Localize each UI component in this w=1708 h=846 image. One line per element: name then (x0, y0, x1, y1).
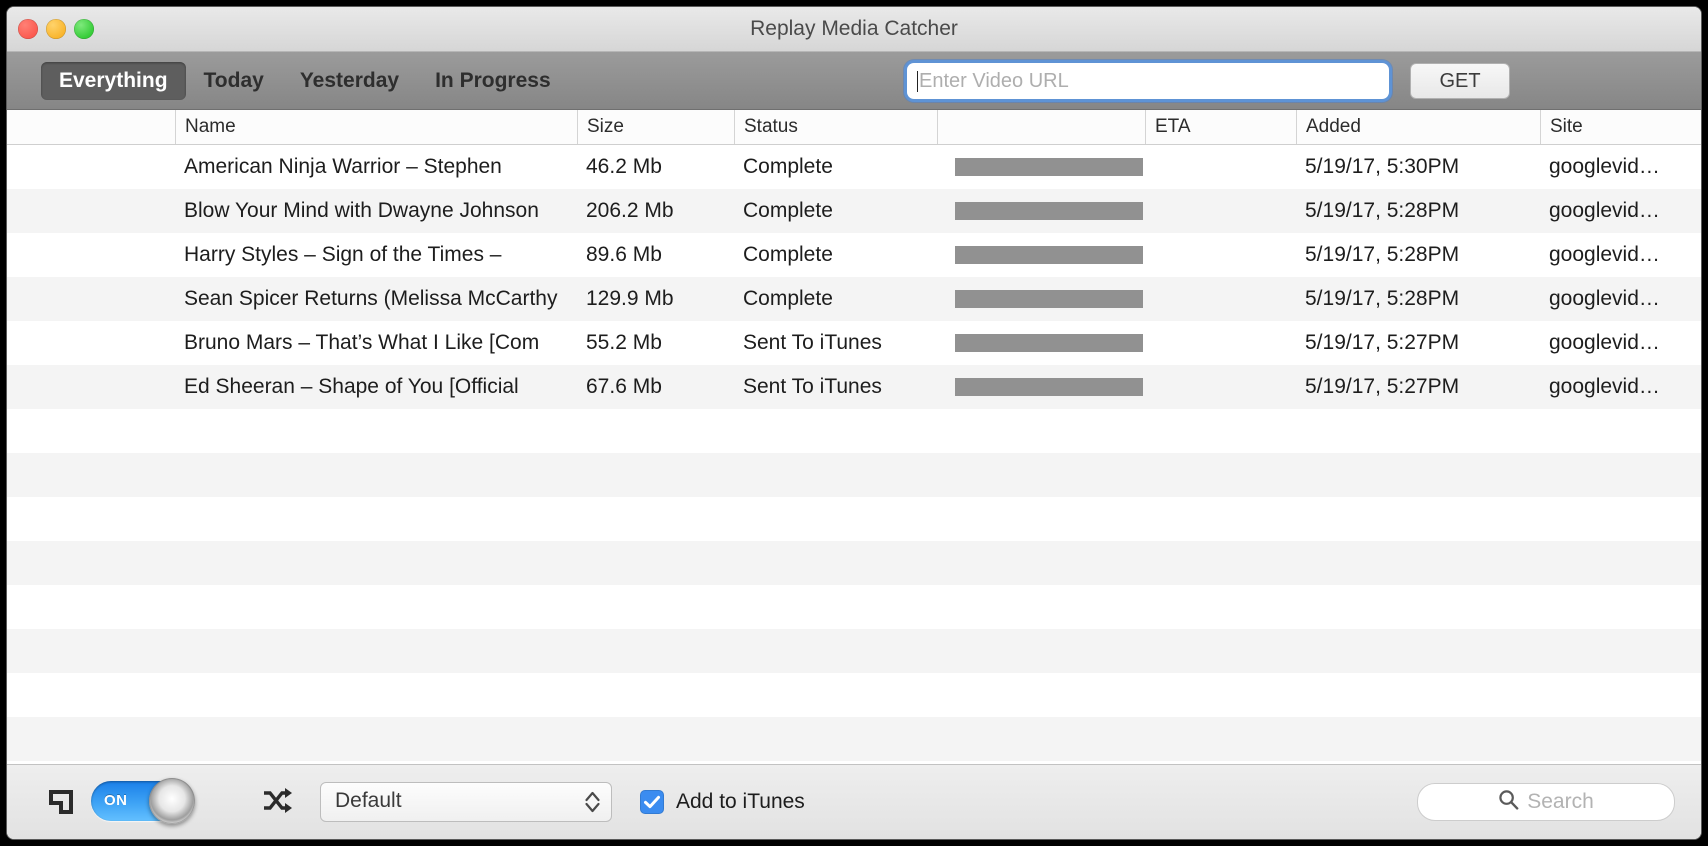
row-status: Complete (743, 287, 833, 310)
search-icon (1498, 789, 1519, 815)
progress-bar (955, 378, 1143, 396)
filter-tabs: Everything Today Yesterday In Progress (41, 52, 569, 109)
progress-bar (955, 202, 1143, 220)
row-size: 89.6 Mb (586, 243, 662, 266)
check-icon (644, 795, 660, 809)
column-header-eta[interactable]: ETA (1145, 110, 1296, 144)
capture-toggle-label: ON (104, 792, 128, 809)
row-eta (1154, 145, 1294, 189)
row-site: googlevid… (1549, 199, 1660, 222)
shuffle-icon[interactable] (262, 787, 292, 820)
search-field[interactable]: Search (1417, 783, 1675, 821)
table-row[interactable]: American Ninja Warrior – Stephen 46.2 Mb C… (7, 145, 1701, 189)
tab-today[interactable]: Today (186, 62, 282, 100)
row-added: 5/19/17, 5:28PM (1305, 199, 1460, 222)
row-status: Complete (743, 243, 833, 266)
row-site: googlevid… (1549, 375, 1660, 398)
row-size: 206.2 Mb (586, 199, 674, 222)
row-name: Ed Sheeran – Shape of You [Official (184, 375, 519, 398)
row-status: Sent To iTunes (743, 331, 882, 354)
get-button[interactable]: GET (1410, 63, 1510, 99)
row-name: American Ninja Warrior – Stephen (184, 155, 502, 178)
tab-in-progress[interactable]: In Progress (417, 62, 569, 100)
table-row-empty[interactable] (7, 409, 1701, 453)
window-title: Replay Media Catcher (750, 17, 958, 40)
table-row-empty[interactable] (7, 541, 1701, 585)
tab-yesterday[interactable]: Yesterday (282, 62, 417, 100)
row-size: 46.2 Mb (586, 155, 662, 178)
progress-bar (955, 158, 1143, 176)
table-row[interactable]: Ed Sheeran – Shape of You [Official 67.6 … (7, 365, 1701, 409)
row-eta (1154, 233, 1294, 277)
progress-bar (955, 290, 1143, 308)
progress-bar (955, 246, 1143, 264)
table-row-empty[interactable] (7, 585, 1701, 629)
capture-toggle[interactable]: ON (91, 778, 195, 824)
video-url-field-wrap (907, 63, 1389, 99)
column-header-added[interactable]: Added (1296, 110, 1540, 144)
row-status: Sent To iTunes (743, 375, 882, 398)
table-row[interactable]: Bruno Mars – That’s What I Like [Com 55.2… (7, 321, 1701, 365)
table-row-empty[interactable] (7, 453, 1701, 497)
column-header-status[interactable]: Status (734, 110, 937, 144)
column-header-site[interactable]: Site (1540, 110, 1701, 144)
row-site: googlevid… (1549, 287, 1660, 310)
row-eta (1154, 321, 1294, 365)
capture-icon (48, 789, 74, 820)
table-header-row: Name Size Status ETA Added Site (7, 110, 1701, 145)
column-header-icon[interactable] (7, 110, 175, 144)
table-row-empty[interactable] (7, 717, 1701, 761)
bottom-bar: ON Default Add to iTunes Search (7, 764, 1701, 839)
preset-select[interactable]: Default (320, 782, 612, 822)
tab-everything[interactable]: Everything (41, 61, 186, 100)
toolbar: Everything Today Yesterday In Progress G… (7, 52, 1701, 110)
row-status: Complete (743, 155, 833, 178)
table-row[interactable]: Blow Your Mind with Dwayne Johnson 206.2 … (7, 189, 1701, 233)
search-placeholder: Search (1527, 790, 1594, 813)
preset-select-value: Default (335, 789, 402, 812)
column-header-progress[interactable] (937, 110, 1145, 144)
row-site: googlevid… (1549, 243, 1660, 266)
capture-toggle-knob[interactable] (149, 778, 195, 824)
row-size: 129.9 Mb (586, 287, 674, 310)
row-added: 5/19/17, 5:27PM (1305, 375, 1460, 398)
row-added: 5/19/17, 5:28PM (1305, 287, 1460, 310)
row-site: googlevid… (1549, 155, 1660, 178)
add-to-itunes-label: Add to iTunes (676, 790, 805, 813)
table-row[interactable]: Harry Styles – Sign of the Times – 89.6 … (7, 233, 1701, 277)
row-added: 5/19/17, 5:27PM (1305, 331, 1460, 354)
column-header-name[interactable]: Name (175, 110, 577, 144)
progress-bar (955, 334, 1143, 352)
table-row-empty[interactable] (7, 673, 1701, 717)
app-window: Replay Media Catcher Everything Today Ye… (7, 7, 1701, 839)
row-added: 5/19/17, 5:30PM (1305, 155, 1460, 178)
row-site: googlevid… (1549, 331, 1660, 354)
row-size: 55.2 Mb (586, 331, 662, 354)
row-name: Bruno Mars – That’s What I Like [Com (184, 331, 540, 354)
row-added: 5/19/17, 5:28PM (1305, 243, 1460, 266)
row-eta (1154, 189, 1294, 233)
chevron-updown-icon (584, 790, 601, 819)
table-row-empty[interactable] (7, 629, 1701, 673)
title-bar: Replay Media Catcher (7, 7, 1701, 52)
table-row[interactable]: Sean Spicer Returns (Melissa McCarthy 129… (7, 277, 1701, 321)
video-url-input[interactable] (918, 69, 1389, 93)
column-header-size[interactable]: Size (577, 110, 734, 144)
row-name: Harry Styles – Sign of the Times – (184, 243, 502, 266)
row-name: Blow Your Mind with Dwayne Johnson (184, 199, 539, 222)
table-body: American Ninja Warrior – Stephen 46.2 Mb C… (7, 145, 1701, 764)
row-name: Sean Spicer Returns (Melissa McCarthy (184, 287, 558, 310)
add-to-itunes-checkbox[interactable] (640, 790, 664, 814)
row-eta (1154, 365, 1294, 409)
table-row-empty[interactable] (7, 497, 1701, 541)
row-status: Complete (743, 199, 833, 222)
row-size: 67.6 Mb (586, 375, 662, 398)
row-eta (1154, 277, 1294, 321)
downloads-table: Name Size Status ETA Added Site American Ninj… (7, 110, 1701, 764)
